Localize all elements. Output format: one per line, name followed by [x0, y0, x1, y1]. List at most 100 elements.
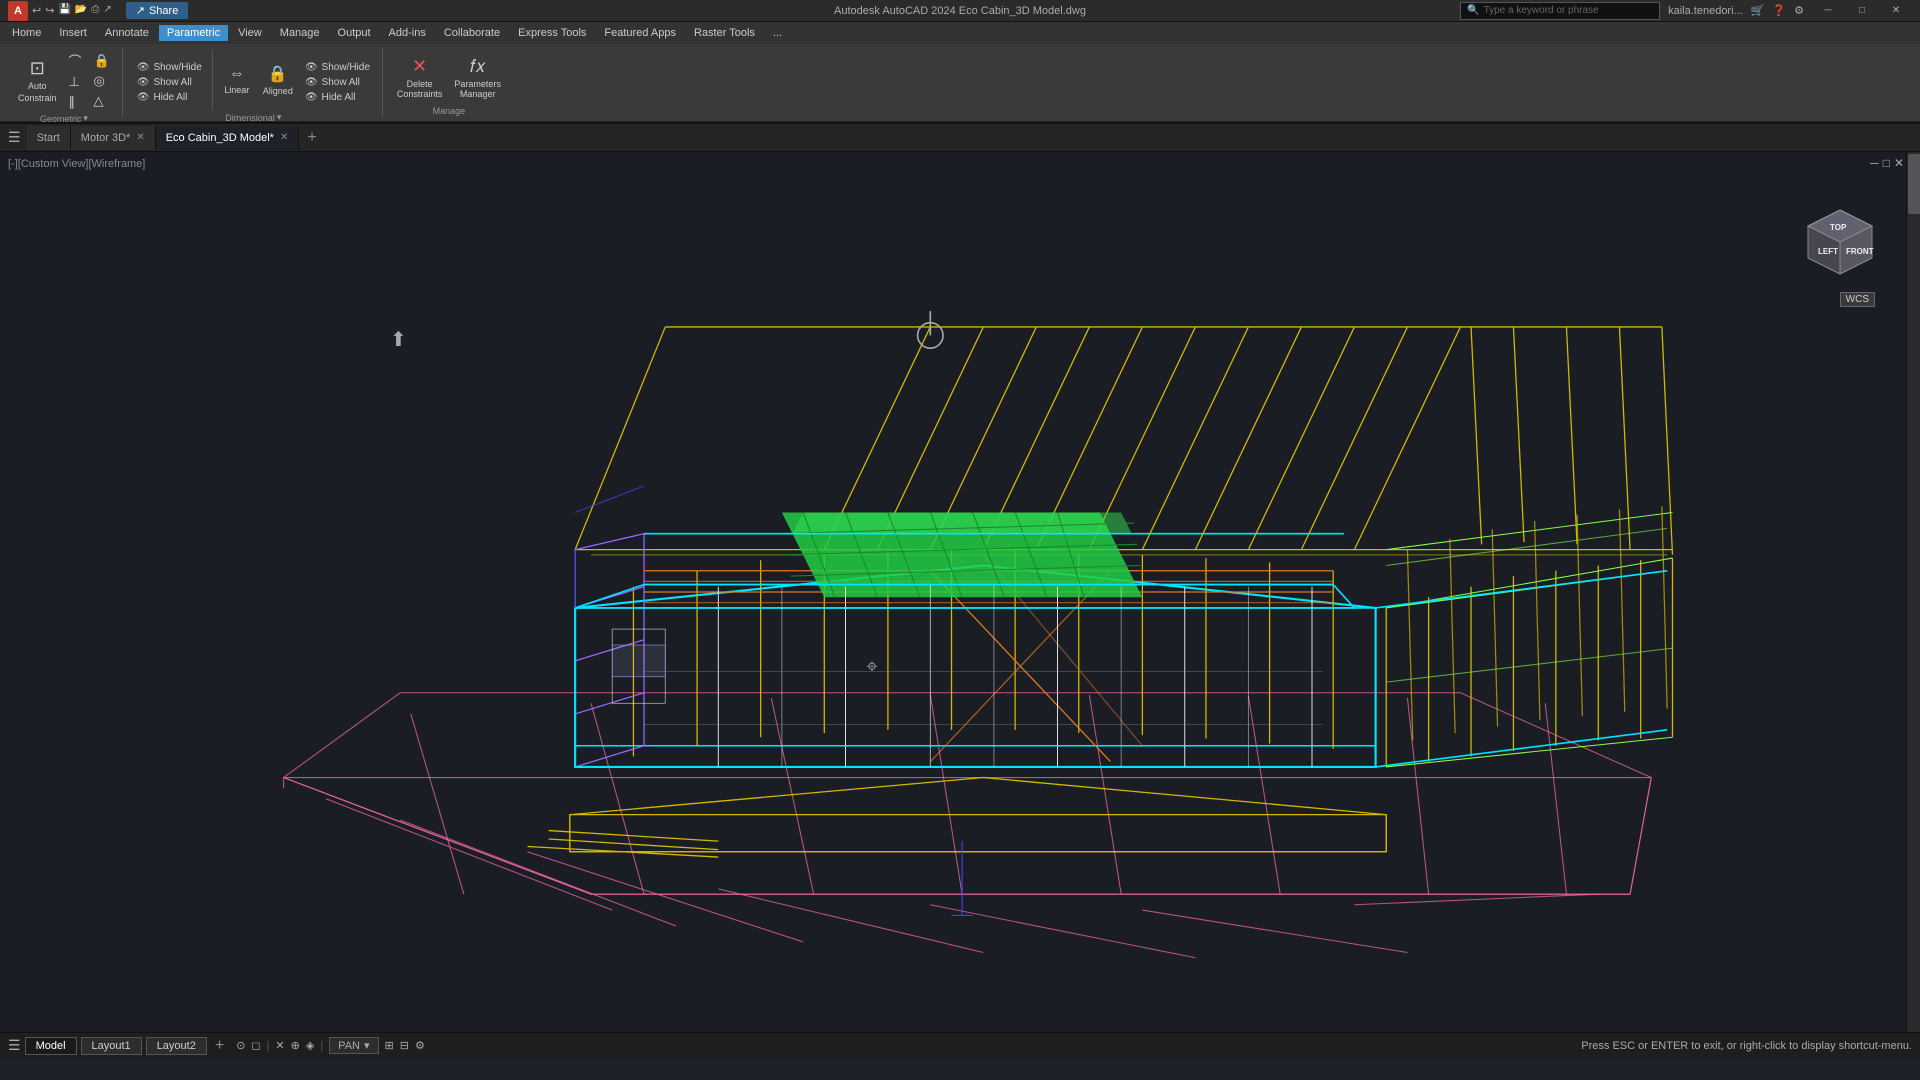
status-icon-3[interactable]: ✕ [275, 1039, 284, 1052]
menu-collaborate[interactable]: Collaborate [436, 25, 508, 41]
tab-menu-icon[interactable]: ☰ [8, 129, 21, 146]
constraint-icon-4: 🔒 [94, 53, 110, 69]
show-hide-button-2[interactable]: 👁 Show/Hide [301, 61, 374, 74]
status-message: Press ESC or ENTER to exit, or right-cli… [1581, 1040, 1912, 1052]
constraint-icon-1: ⌒ [69, 51, 82, 70]
status-icon-1[interactable]: ⊙ [236, 1039, 245, 1052]
menu-home[interactable]: Home [4, 25, 49, 41]
shopping-icon[interactable]: 🛒 [1751, 4, 1765, 17]
menu-raster[interactable]: Raster Tools [686, 25, 763, 41]
settings-icon[interactable]: ⚙ [1794, 4, 1804, 17]
parameters-icon: 𝑓𝑥 [470, 56, 486, 77]
search-box[interactable]: 🔍 Type a keyword or phrase [1460, 2, 1660, 20]
viewport-close[interactable]: ✕ [1894, 156, 1904, 170]
auto-constrain-button[interactable]: ⊡ Auto Constrain [14, 54, 61, 108]
wcs-label: WCS [1840, 292, 1875, 307]
linear-icon: ⇔ [229, 65, 245, 83]
delete-constraints-button[interactable]: ✕ DeleteConstraints [393, 50, 447, 104]
vertical-scrollbar[interactable] [1906, 152, 1920, 1032]
scrollbar-thumb[interactable] [1908, 154, 1920, 214]
tab-motor3d[interactable]: Motor 3D* ✕ [71, 126, 156, 150]
menu-insert[interactable]: Insert [51, 25, 95, 41]
minimize-button[interactable]: ─ [1812, 1, 1844, 21]
viewport-minimize[interactable]: ─ [1870, 156, 1879, 170]
hide-all-icon: 👁 [137, 92, 150, 103]
menu-bar: Home Insert Annotate Parametric View Man… [0, 22, 1920, 44]
hide-all-icon-2: 👁 [305, 92, 318, 103]
ribbon-group-dimensional: 👁 Show/Hide 👁 Show All 👁 Hide All ⇔ [125, 48, 383, 117]
show-all-button-1[interactable]: 👁 Show All [133, 76, 206, 89]
close-button[interactable]: ✕ [1880, 1, 1912, 21]
svg-text:TOP: TOP [1830, 223, 1847, 232]
status-icon-2[interactable]: ◻ [251, 1039, 260, 1052]
model-viewport[interactable] [0, 152, 1920, 1032]
status-icon-7[interactable]: ⊟ [400, 1039, 409, 1052]
geometric-constraint-5[interactable]: ◎ [90, 72, 114, 90]
menu-addins[interactable]: Add-ins [381, 25, 434, 41]
show-hide-button-1[interactable]: 👁 Show/Hide [133, 61, 206, 74]
constraint-icon-5: ◎ [94, 73, 105, 89]
show-all-icon: 👁 [137, 77, 150, 88]
pan-dropdown[interactable]: PAN ▾ [329, 1037, 378, 1054]
geometric-constraint-6[interactable]: △ [90, 92, 114, 110]
show-all-button-2[interactable]: 👁 Show All [301, 76, 374, 89]
viewport-label: [-][Custom View][Wireframe] [8, 158, 145, 170]
show-hide-icon-2: 👁 [305, 62, 318, 73]
geometric-constraint-4[interactable]: 🔒 [90, 52, 114, 70]
help-icon[interactable]: ❓ [1772, 4, 1786, 17]
menu-manage[interactable]: Manage [272, 25, 328, 41]
show-all-icon-2: 👁 [305, 77, 318, 88]
viewcube[interactable]: LEFT FRONT TOP [1800, 202, 1880, 282]
viewport-controls: ─ □ ✕ [1870, 156, 1904, 170]
geometric-expand-icon[interactable]: ▾ [83, 113, 88, 124]
app-logo[interactable]: A [8, 1, 28, 21]
model-tab-model[interactable]: Model [25, 1037, 77, 1055]
status-icon-6[interactable]: ⊞ [385, 1039, 394, 1052]
status-icon-5[interactable]: ◈ [306, 1039, 314, 1052]
hide-all-button-1[interactable]: 👁 Hide All [133, 91, 206, 104]
status-icon-8[interactable]: ⚙ [415, 1039, 425, 1052]
tab-start[interactable]: Start [27, 126, 71, 150]
auto-constrain-icon: ⊡ [30, 58, 45, 79]
menu-featured[interactable]: Featured Apps [596, 25, 684, 41]
share-button[interactable]: ↗ Share [126, 2, 189, 19]
status-separator-2: | [320, 1040, 323, 1052]
geometric-constraint-3[interactable]: ∥ [65, 93, 86, 111]
model-tab-layout2[interactable]: Layout2 [146, 1037, 207, 1055]
geometric-constraint-1[interactable]: ⌒ [65, 50, 86, 71]
delete-constraints-icon: ✕ [412, 56, 427, 77]
manage-group-label: Manage [433, 104, 466, 116]
status-separator: | [267, 1040, 270, 1052]
menu-output[interactable]: Output [330, 25, 379, 41]
linear-button[interactable]: ⇔ Linear [219, 53, 255, 107]
status-icon-4[interactable]: ⊕ [291, 1039, 300, 1052]
tab-ecocabin-close[interactable]: ✕ [280, 132, 288, 143]
viewport-maximize[interactable]: □ [1883, 156, 1890, 170]
tab-motor3d-close[interactable]: ✕ [136, 132, 144, 143]
user-profile[interactable]: kaila.tenedori... [1668, 5, 1743, 17]
add-tab-button[interactable]: + [299, 129, 324, 147]
model-tab-layout1[interactable]: Layout1 [81, 1037, 142, 1055]
geometric-constraint-2[interactable]: ⊥ [65, 73, 86, 91]
menu-express[interactable]: Express Tools [510, 25, 594, 41]
aligned-button[interactable]: 🔒 Aligned [259, 53, 297, 107]
menu-parametric[interactable]: Parametric [159, 25, 228, 41]
share-icon: ↗ [136, 4, 145, 17]
add-layout-button[interactable]: + [211, 1037, 228, 1055]
constraint-icon-2: ⊥ [69, 74, 80, 90]
dimensional-expand-icon[interactable]: ▾ [277, 112, 282, 123]
viewport-area: [-][Custom View][Wireframe] ─ □ ✕ [0, 152, 1920, 1032]
parameters-manager-button[interactable]: 𝑓𝑥 ParametersManager [450, 50, 505, 104]
status-bar: ☰ Model Layout1 Layout2 + ⊙ ◻ | ✕ ⊕ ◈ | … [0, 1032, 1920, 1058]
constraint-icon-3: ∥ [69, 94, 76, 110]
tab-ecocabin[interactable]: Eco Cabin_3D Model* ✕ [156, 126, 300, 150]
ribbon-content: ⊡ Auto Constrain ⌒ ⊥ ∥ [0, 44, 1920, 122]
search-icon: 🔍 [1467, 5, 1479, 16]
menu-view[interactable]: View [230, 25, 270, 41]
hide-all-button-2[interactable]: 👁 Hide All [301, 91, 374, 104]
status-menu-icon[interactable]: ☰ [8, 1037, 21, 1054]
maximize-button[interactable]: □ [1846, 1, 1878, 21]
menu-more[interactable]: ... [765, 25, 790, 41]
ribbon-group-manage: ✕ DeleteConstraints 𝑓𝑥 ParametersManager… [385, 48, 513, 117]
menu-annotate[interactable]: Annotate [97, 25, 157, 41]
